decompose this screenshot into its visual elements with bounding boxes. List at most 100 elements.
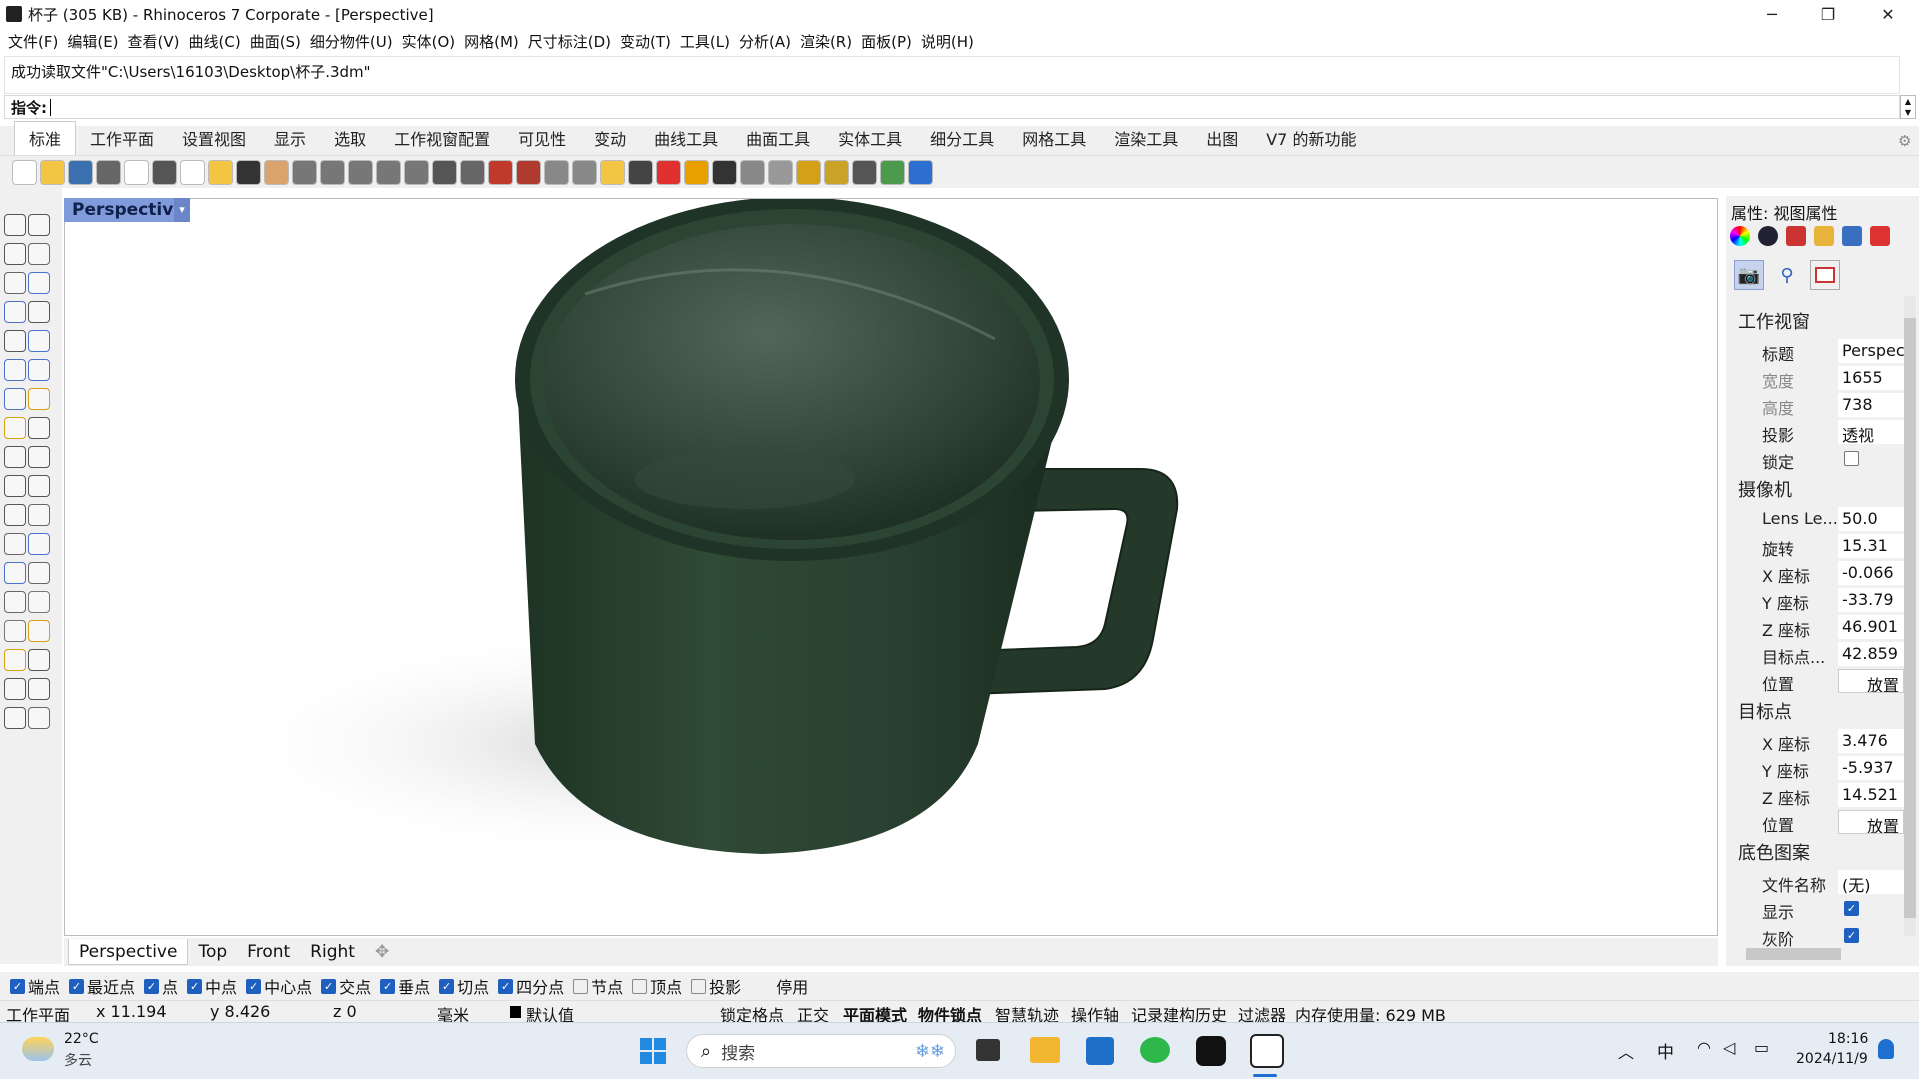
new-file-icon[interactable]: [12, 159, 37, 185]
minimize-button[interactable]: ─: [1744, 0, 1800, 28]
toolbar-tab[interactable]: 工作视窗配置: [380, 122, 504, 155]
menu-item[interactable]: 曲线(C): [189, 31, 250, 52]
osnap-option[interactable]: ✓ 点: [144, 974, 178, 998]
left-tool-icon[interactable]: [4, 417, 26, 439]
left-tool-icon[interactable]: [4, 272, 26, 294]
close-button[interactable]: ✕: [1860, 0, 1916, 28]
grayscale-checkbox[interactable]: ✓: [1844, 928, 1859, 943]
zoom-icon[interactable]: [320, 159, 345, 185]
left-tool-icon[interactable]: [28, 533, 50, 555]
paste-icon[interactable]: [208, 159, 233, 185]
osnap-option[interactable]: ✓ 中点: [187, 974, 237, 998]
menu-item[interactable]: 实体(O): [402, 31, 465, 52]
color-wheel-icon[interactable]: [684, 159, 709, 185]
left-tool-icon[interactable]: [28, 243, 50, 265]
display-icon[interactable]: [1842, 226, 1862, 246]
left-tool-icon[interactable]: [28, 272, 50, 294]
menu-item[interactable]: 分析(A): [739, 31, 800, 52]
viewport-tab[interactable]: Front: [237, 939, 300, 965]
clock-date[interactable]: 2024/11/9: [1796, 1051, 1868, 1067]
left-tool-icon[interactable]: [28, 504, 50, 526]
viewport-dropdown-icon[interactable]: ▾: [174, 198, 190, 222]
menu-item[interactable]: 尺寸标注(D): [528, 31, 620, 52]
left-tool-icon[interactable]: [4, 388, 26, 410]
tray-chevron-icon[interactable]: ︿: [1618, 1039, 1634, 1063]
car-icon[interactable]: [488, 159, 513, 185]
menu-item[interactable]: 变动(T): [620, 31, 680, 52]
toolbar-tab[interactable]: 变动: [580, 122, 640, 155]
save-icon[interactable]: [68, 159, 93, 185]
menu-item[interactable]: 细分物件(U): [310, 31, 402, 52]
car2-icon[interactable]: [516, 159, 541, 185]
layer-icon[interactable]: [1870, 226, 1890, 246]
command-scroll[interactable]: ▲ ▼: [1900, 95, 1916, 119]
toolbar-tab[interactable]: 设置视图: [168, 122, 260, 155]
left-tool-icon[interactable]: [4, 678, 26, 700]
osnap-checkbox[interactable]: [632, 978, 648, 994]
osnap-checkbox[interactable]: [691, 978, 707, 994]
left-tool-icon[interactable]: [28, 417, 50, 439]
left-tool-icon[interactable]: [28, 649, 50, 671]
camera-icon[interactable]: 📷: [1734, 260, 1764, 290]
circle-icon[interactable]: [544, 159, 569, 185]
wifi-icon[interactable]: ◠: [1697, 1038, 1711, 1057]
command-line[interactable]: 指令:: [4, 95, 1900, 119]
battery-icon[interactable]: ▭: [1754, 1038, 1769, 1057]
volume-icon[interactable]: ◁: [1723, 1038, 1735, 1057]
folder-icon[interactable]: [1814, 226, 1834, 246]
panel-scrollbar[interactable]: [1904, 296, 1916, 936]
osnap-option[interactable]: 顶点: [632, 974, 682, 998]
lock-checkbox[interactable]: [1844, 451, 1859, 466]
import-icon[interactable]: [124, 159, 149, 185]
target-icon[interactable]: ⚲: [1772, 260, 1802, 290]
toolbar-tab[interactable]: 细分工具: [916, 122, 1008, 155]
left-tool-icon[interactable]: [4, 243, 26, 265]
snap-icon[interactable]: [852, 159, 877, 185]
light-icon[interactable]: [600, 159, 625, 185]
toolbar-tab[interactable]: 选取: [320, 122, 380, 155]
ime-indicator[interactable]: 中: [1657, 1038, 1674, 1063]
toolbar-tab[interactable]: 显示: [260, 122, 320, 155]
add-viewport-icon[interactable]: ✥: [365, 939, 399, 965]
target-place-button[interactable]: 放置: [1838, 810, 1904, 834]
toolbar-tab[interactable]: 可见性: [504, 122, 580, 155]
toolbar-tab[interactable]: 网格工具: [1008, 122, 1100, 155]
left-tool-icon[interactable]: [28, 330, 50, 352]
tabs-settings-icon[interactable]: ⚙: [1898, 132, 1911, 150]
left-tool-icon[interactable]: [4, 649, 26, 671]
clock-time[interactable]: 18:16: [1828, 1031, 1868, 1047]
osnap-option[interactable]: 停用: [758, 974, 808, 998]
zoom-extents-icon[interactable]: [376, 159, 401, 185]
left-tool-icon[interactable]: [4, 330, 26, 352]
sphere-icon[interactable]: [712, 159, 737, 185]
viewport-tab[interactable]: Top: [188, 939, 237, 965]
osnap-checkbox[interactable]: [573, 978, 589, 994]
show-checkbox[interactable]: ✓: [1844, 901, 1859, 916]
osnap-option[interactable]: 投影: [691, 974, 741, 998]
menu-item[interactable]: 面板(P): [861, 31, 921, 52]
menu-item[interactable]: 网格(M): [464, 31, 528, 52]
layer-icon[interactable]: [656, 159, 681, 185]
left-tool-icon[interactable]: [28, 620, 50, 642]
osnap-checkbox[interactable]: ✓: [10, 978, 25, 994]
toolbar-tab[interactable]: 实体工具: [824, 122, 916, 155]
weather-temp[interactable]: 22°C: [64, 1031, 99, 1047]
osnap-option[interactable]: ✓ 四分点: [498, 974, 564, 998]
osnap-option[interactable]: ✓ 交点: [321, 974, 371, 998]
globe-icon[interactable]: [880, 159, 905, 185]
left-tool-icon[interactable]: [28, 301, 50, 323]
menu-item[interactable]: 编辑(E): [67, 31, 127, 52]
toolbar-tab[interactable]: 出图: [1192, 122, 1252, 155]
wechat-icon[interactable]: [1140, 1037, 1170, 1063]
perspective-viewport[interactable]: [64, 198, 1718, 936]
frame-icon[interactable]: [1810, 260, 1840, 290]
osnap-option[interactable]: ✓ 切点: [439, 974, 489, 998]
copy-icon[interactable]: [180, 159, 205, 185]
weather-icon[interactable]: [22, 1037, 54, 1061]
move-view-icon[interactable]: [292, 159, 317, 185]
left-tool-icon[interactable]: [28, 678, 50, 700]
zoom-selected-icon[interactable]: [404, 159, 429, 185]
left-tool-icon[interactable]: [4, 214, 26, 236]
left-tool-icon[interactable]: [28, 562, 50, 584]
toolbar-tab[interactable]: 曲面工具: [732, 122, 824, 155]
